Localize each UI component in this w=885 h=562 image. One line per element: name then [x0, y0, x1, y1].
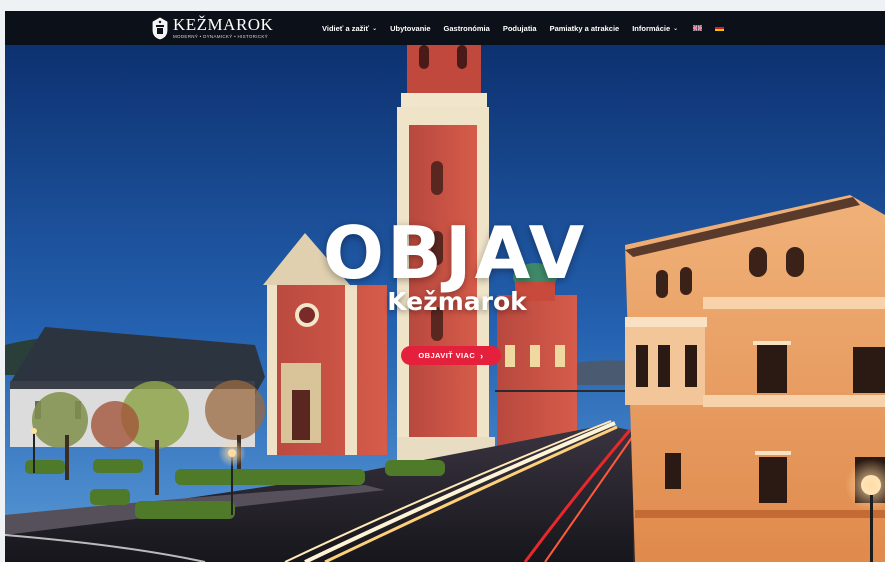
- browser-viewport: KEŽMAROK MODERNÝ • DYNAMICKÝ • HISTORICK…: [5, 11, 885, 562]
- menu-item-label: Podujatia: [502, 23, 537, 33]
- chevron-down-icon: ⌄: [673, 25, 679, 32]
- menu-item-label: Gastronómia: [443, 23, 490, 33]
- menu-item-gastronomia[interactable]: Gastronómia: [444, 24, 490, 33]
- uk-flag-icon[interactable]: [693, 25, 703, 31]
- menu-item-ubytovanie[interactable]: Ubytovanie: [390, 24, 430, 33]
- hero-section: OBJAV Kežmarok OBJAVIŤ VIAC ›: [5, 45, 885, 562]
- menu-item-label: Pamiatky a atrakcie: [549, 23, 620, 33]
- menu-item-label: Ubytovanie: [390, 23, 431, 33]
- menu-item-pamiatky-a-atrakcie[interactable]: Pamiatky a atrakcie: [550, 24, 620, 33]
- explore-more-label: OBJAVIŤ VIAC: [418, 351, 476, 360]
- coat-of-arms-icon: [152, 17, 168, 40]
- logo-wordmark: KEŽMAROK: [173, 15, 274, 34]
- menu-item-podujatia[interactable]: Podujatia: [503, 24, 537, 33]
- menu-item-vidiet-a-zazit[interactable]: Vidieť a zažiť ⌄: [322, 24, 377, 33]
- site-logo[interactable]: KEŽMAROK MODERNÝ • DYNAMICKÝ • HISTORICK…: [151, 14, 273, 42]
- menu-item-informacie[interactable]: Informácie ⌄: [632, 24, 678, 33]
- hero-subtitle: Kežmarok: [387, 287, 527, 316]
- top-navigation-bar: KEŽMAROK MODERNÝ • DYNAMICKÝ • HISTORICK…: [5, 11, 885, 45]
- menu-item-label: Vidieť a zažiť: [322, 23, 370, 33]
- chevron-right-icon: ›: [480, 350, 484, 361]
- explore-more-button[interactable]: OBJAVIŤ VIAC ›: [401, 346, 501, 365]
- menu-item-label: Informácie: [632, 23, 671, 33]
- logo-tagline: MODERNÝ • DYNAMICKÝ • HISTORICKÝ: [173, 34, 268, 39]
- main-menu: Vidieť a zažiť ⌄ Ubytovanie Gastronómia …: [322, 11, 725, 45]
- germany-flag-icon[interactable]: [715, 25, 725, 31]
- hero-title: OBJAV: [322, 211, 588, 295]
- chevron-down-icon: ⌄: [372, 25, 378, 32]
